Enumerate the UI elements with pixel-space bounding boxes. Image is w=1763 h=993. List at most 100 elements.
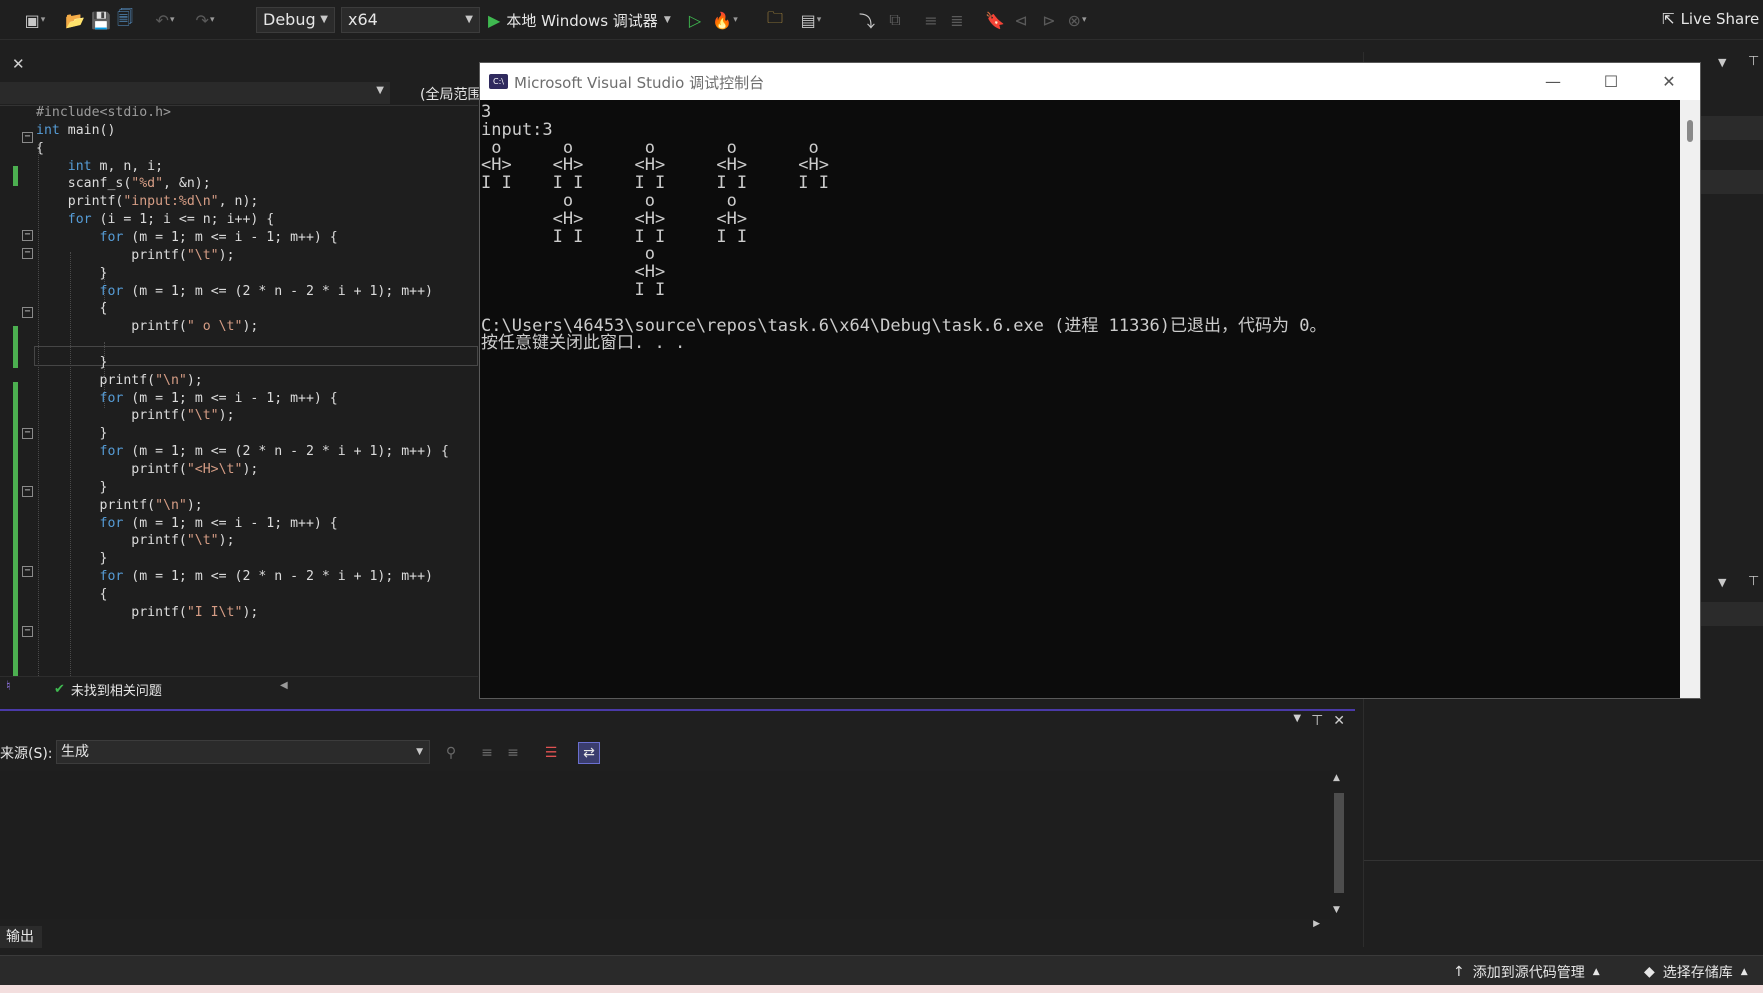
bookmark-icon[interactable]: 🔖	[984, 9, 1006, 31]
pin-icon[interactable]: ⊤	[1748, 54, 1759, 69]
scope-dropdown[interactable]: (全局范围)	[420, 84, 487, 104]
chevron-down-icon: ▼	[663, 15, 671, 25]
fold-toggle[interactable]: −	[22, 248, 33, 259]
source-value: 生成	[61, 744, 89, 760]
console-text: 3 input:3 o o o o o <H> <H> <H> <H> <H> I I…	[481, 102, 1327, 354]
chevron-down-icon[interactable]: ▼	[1718, 56, 1726, 69]
check-circle-icon: ✔	[54, 682, 65, 697]
fold-toggle[interactable]: −	[22, 307, 33, 318]
issues-indicator[interactable]: ✔ 未找到相关问题	[54, 680, 162, 699]
console-line: I I	[481, 279, 666, 300]
redo-icon[interactable]: ↷	[194, 9, 216, 31]
console-line: <H> <H> <H>	[481, 208, 748, 229]
console-line: input:3	[481, 119, 553, 140]
scroll-down-icon[interactable]: ▼	[1333, 905, 1340, 915]
code-editor[interactable]: − − − − − − − − #include<stdio.h> int mai…	[0, 106, 478, 676]
live-share-label: Live Share	[1680, 10, 1760, 28]
word-wrap-icon[interactable]: ⇄	[578, 742, 600, 764]
prev-bookmark-icon[interactable]: ⊲	[1010, 9, 1032, 31]
open-folder-icon[interactable]: 📂	[64, 9, 86, 31]
start-without-debugging-icon[interactable]: ▷	[684, 9, 706, 31]
tab-output[interactable]: 输出	[0, 926, 42, 948]
chevron-down-icon[interactable]: ▼	[1293, 713, 1301, 729]
console-output[interactable]: 3 input:3 o o o o o <H> <H> <H> <H> <H> I I…	[480, 100, 1680, 698]
configuration-dropdown[interactable]: Debug ▼	[256, 7, 335, 33]
chevron-down-icon: ▼	[416, 747, 423, 757]
fold-toggle[interactable]: −	[22, 230, 33, 241]
scroll-right-icon[interactable]: ▶	[1313, 919, 1320, 929]
save-all-icon[interactable]: 🗐	[114, 8, 136, 31]
layout-icon[interactable]: ▤	[800, 9, 822, 31]
scroll-thumb[interactable]	[1334, 793, 1344, 893]
chevron-up-icon: ▲	[1740, 967, 1748, 977]
pin-icon[interactable]: ⊤	[1748, 574, 1759, 589]
change-bar	[13, 166, 18, 186]
console-line: I I I I I I	[481, 226, 748, 247]
chevron-down-icon[interactable]: ▼	[1718, 576, 1726, 589]
add-to-source-control-button[interactable]: ↑ 添加到源代码管理 ▲	[1453, 962, 1600, 982]
select-repository-button[interactable]: ◆ 选择存储库 ▲	[1644, 962, 1748, 982]
output-text-area[interactable]	[0, 771, 1330, 919]
code-line[interactable]: printf(" o \t");	[36, 317, 258, 337]
editor-status-bar: ♮ ✔ 未找到相关问题 ◀	[0, 676, 478, 699]
project-dropdown[interactable]: ▼	[0, 82, 390, 104]
arrow-up-icon: ↑	[1453, 964, 1465, 980]
scroll-up-icon[interactable]: ▲	[1333, 773, 1340, 783]
console-title: Microsoft Visual Studio 调试控制台	[514, 74, 765, 92]
output-header: ▼ ⊤ ✕	[0, 711, 1355, 733]
fold-toggle[interactable]: −	[22, 428, 33, 439]
console-line: o	[481, 244, 655, 265]
pin-icon[interactable]: ⊤	[1311, 713, 1323, 729]
fold-toggle[interactable]: −	[22, 566, 33, 577]
horizontal-scrollbar[interactable]: ▶	[0, 919, 1330, 933]
code-line[interactable]: int main()	[36, 121, 115, 141]
change-bar	[13, 382, 18, 676]
vertical-scrollbar[interactable]: ▲ ▼	[1330, 771, 1348, 919]
clear-all-icon[interactable]: ☰	[540, 742, 562, 764]
scroll-thumb[interactable]	[1687, 120, 1693, 142]
close-icon[interactable]: ✕	[12, 55, 25, 73]
find-message-icon[interactable]: ⚲	[440, 742, 462, 764]
next-message-icon[interactable]: ≡	[502, 742, 524, 764]
next-bookmark-icon[interactable]: ⊳	[1038, 9, 1060, 31]
comment-icon[interactable]: ≡	[920, 9, 942, 31]
editor-tab-bar: ✕	[0, 52, 478, 78]
minimize-button[interactable]: —	[1524, 63, 1582, 100]
pane-row	[1694, 602, 1763, 626]
undo-icon[interactable]: ↶	[154, 9, 176, 31]
source-dropdown[interactable]: 生成 ▼	[56, 740, 430, 764]
step-icon[interactable]: ⤵	[856, 9, 878, 31]
maximize-button[interactable]: ☐	[1582, 63, 1640, 100]
start-debugging-button[interactable]: ▶ 本地 Windows 调试器 ▼	[488, 9, 671, 31]
hot-reload-icon[interactable]: 🔥	[712, 9, 736, 31]
console-line: 按任意键关闭此窗口. . .	[481, 333, 686, 354]
format-icon[interactable]: ⧉	[884, 9, 906, 31]
close-icon[interactable]: ✕	[1333, 713, 1345, 729]
copilot-icon[interactable]: ♮	[6, 679, 11, 694]
chevron-down-icon: ▼	[376, 85, 384, 96]
platform-dropdown[interactable]: x64 ▼	[341, 7, 480, 33]
new-project-icon[interactable]: ▣	[24, 9, 46, 31]
clear-bookmarks-icon[interactable]: ⊗	[1066, 9, 1088, 31]
uncomment-icon[interactable]: ≣	[946, 9, 968, 31]
console-scrollbar[interactable]	[1680, 100, 1700, 698]
prev-message-icon[interactable]: ≡	[476, 742, 498, 764]
fold-toggle[interactable]: −	[22, 626, 33, 637]
console-line: <H> <H> <H> <H> <H>	[481, 155, 829, 176]
close-button[interactable]: ✕	[1640, 63, 1698, 100]
pane-row	[1694, 170, 1763, 194]
save-icon[interactable]: 💾	[90, 9, 112, 31]
live-share-button[interactable]: ⇱ Live Share	[1662, 10, 1759, 28]
scroll-left-icon[interactable]: ◀	[280, 680, 288, 691]
code-line[interactable]: printf("I I\t");	[36, 603, 258, 623]
browse-folder-icon[interactable]: 🗀	[764, 8, 786, 31]
diamond-icon: ◆	[1644, 964, 1655, 980]
share-icon: ⇱	[1662, 10, 1675, 28]
issues-label: 未找到相关问题	[70, 684, 162, 699]
console-title-bar[interactable]: C:\ Microsoft Visual Studio 调试控制台 — ☐ ✕	[480, 63, 1700, 100]
debug-console-window[interactable]: C:\ Microsoft Visual Studio 调试控制台 — ☐ ✕ …	[479, 62, 1701, 699]
console-line: C:\Users\46453\source\repos\task.6\x64\D…	[481, 315, 1327, 336]
fold-toggle[interactable]: −	[22, 486, 33, 497]
fold-toggle[interactable]: −	[22, 132, 33, 143]
